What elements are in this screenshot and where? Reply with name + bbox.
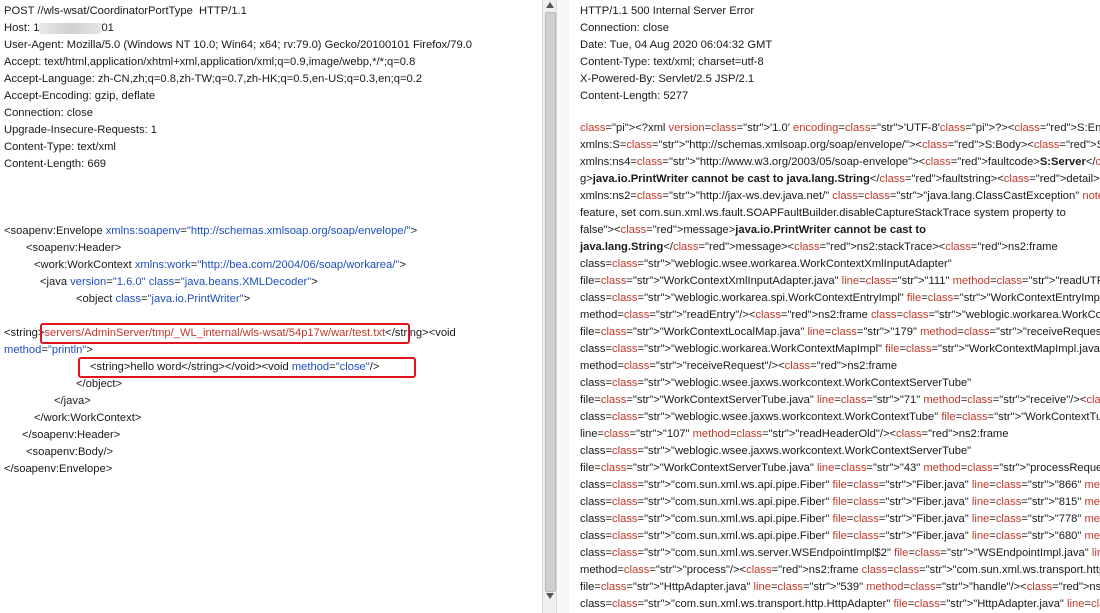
response-header-line: X-Powered-By: Servlet/2.5 JSP/2.1 bbox=[580, 73, 755, 85]
xml-header-close: </soapenv:Header> bbox=[22, 429, 121, 441]
response-xml-line: class="pi"><?xml version=class="str">'1.… bbox=[580, 122, 1100, 134]
scroll-up-arrow-icon[interactable] bbox=[546, 2, 554, 8]
response-xml-line: class=class="str">"com.sun.xml.ws.transp… bbox=[580, 598, 1100, 610]
response-xml-line: method=class="str">"process"/><class="re… bbox=[580, 564, 1100, 576]
response-header-line: Content-Length: 5277 bbox=[580, 90, 689, 102]
response-xml-line: class=class="str">"weblogic.wsee.jaxws.w… bbox=[580, 411, 1100, 423]
xml-envelope-open: <soapenv:Envelope xmlns:soapenv="http://… bbox=[4, 225, 418, 237]
response-xml-line: class=class="str">"com.sun.xml.ws.api.pi… bbox=[580, 479, 1100, 491]
response-pane[interactable]: HTTP/1.1 500 Internal Server Error Connec… bbox=[570, 0, 1100, 613]
response-xml-line: file=class="str">"WorkContextXmlInputAda… bbox=[580, 275, 1100, 287]
redacted-host bbox=[39, 22, 102, 34]
response-xml-line: class=class="str">"weblogic.wsee.workare… bbox=[580, 258, 952, 270]
request-scrollbar[interactable] bbox=[542, 0, 557, 613]
response-xml-line: class=class="str">"weblogic.wsee.jaxws.w… bbox=[580, 445, 972, 457]
xml-envelope-close: </soapenv:Envelope> bbox=[4, 463, 113, 475]
request-pane[interactable]: POST //wls-wsat/CoordinatorPortType HTTP… bbox=[0, 0, 542, 613]
response-xml-line: feature, set com.sun.xml.ws.fault.SOAPFa… bbox=[580, 207, 1066, 219]
xml-java-open: <java version="1.6.0" class="java.beans.… bbox=[40, 276, 318, 288]
response-header-line: Connection: close bbox=[580, 22, 669, 34]
response-xml-line: g>java.io.PrintWriter cannot be cast to … bbox=[580, 173, 1100, 185]
response-scrollbar[interactable] bbox=[556, 0, 569, 613]
response-xml-line: class=class="str">"weblogic.workarea.Wor… bbox=[580, 343, 1100, 355]
response-xml-line: file=class="str">"WorkContextServerTube.… bbox=[580, 394, 1100, 406]
response-xml-line: class=class="str">"weblogic.wsee.jaxws.w… bbox=[580, 377, 972, 389]
response-xml-line: file=class="str">"WorkContextServerTube.… bbox=[580, 462, 1100, 474]
response-xml-line: xmlns:S=class="str">"http://schemas.xmls… bbox=[580, 139, 1100, 151]
response-xml-line: file=class="str">"HttpAdapter.java" line… bbox=[580, 581, 1100, 593]
request-header-line: User-Agent: Mozilla/5.0 (Windows NT 10.0… bbox=[4, 39, 473, 51]
scroll-thumb[interactable] bbox=[545, 12, 556, 592]
request-header-line: Accept-Language: zh-CN,zh;q=0.8,zh-TW;q=… bbox=[4, 73, 423, 85]
response-header-line: Content-Type: text/xml; charset=utf-8 bbox=[580, 56, 764, 68]
response-xml-line: method=class="str">"readEntry"/><class="… bbox=[580, 309, 1100, 321]
request-header-line: Content-Type: text/xml bbox=[4, 141, 116, 153]
response-xml-line: line=class="str">"107" method=class="str… bbox=[580, 428, 1009, 440]
request-header-line: Upgrade-Insecure-Requests: 1 bbox=[4, 124, 157, 136]
highlight-path-box bbox=[40, 323, 410, 344]
response-header-line: Date: Tue, 04 Aug 2020 06:04:32 GMT bbox=[580, 39, 773, 51]
request-line: POST //wls-wsat/CoordinatorPortType HTTP… bbox=[4, 5, 247, 17]
xml-java-close: </java> bbox=[54, 395, 91, 407]
response-xml-line: class=class="str">"com.sun.xml.ws.api.pi… bbox=[580, 496, 1100, 508]
xml-header-open: <soapenv:Header> bbox=[26, 242, 122, 254]
xml-method-println: method="println"> bbox=[4, 344, 93, 356]
response-xml-line: file=class="str">"WorkContextLocalMap.ja… bbox=[580, 326, 1100, 338]
request-header-line: Accept: text/html,application/xhtml+xml,… bbox=[4, 56, 416, 68]
response-xml-line: class=class="str">"com.sun.xml.ws.api.pi… bbox=[580, 530, 1100, 542]
xml-body: <soapenv:Body/> bbox=[26, 446, 114, 458]
response-xml-line: method=class="str">"receiveRequest"/><cl… bbox=[580, 360, 898, 372]
response-xml-line: class=class="str">"weblogic.workarea.spi… bbox=[580, 292, 1100, 304]
xml-object-close: </object> bbox=[76, 378, 123, 390]
scroll-down-arrow-icon[interactable] bbox=[546, 593, 554, 599]
response-xml-line: java.lang.String</class="red">message><c… bbox=[580, 241, 1058, 253]
request-header-line: Content-Length: 669 bbox=[4, 158, 107, 170]
response-xml-line: xmlns:ns2=class="str">"http://jax-ws.dev… bbox=[580, 190, 1100, 202]
xml-workcontext-open: <work:WorkContext xmlns:work="http://bea… bbox=[34, 259, 406, 271]
xml-object-open: <object class="java.io.PrintWriter"> bbox=[76, 293, 251, 305]
response-xml-line: class=class="str">"com.sun.xml.ws.server… bbox=[580, 547, 1100, 559]
request-header-line: Accept-Encoding: gzip, deflate bbox=[4, 90, 156, 102]
response-xml-line: false"><class="red">message>java.io.Prin… bbox=[580, 224, 926, 236]
highlight-content-box bbox=[78, 357, 416, 378]
response-xml-line: xmlns:ns4=class="str">"http://www.w3.org… bbox=[580, 156, 1100, 168]
xml-workcontext-close: </work:WorkContext> bbox=[34, 412, 142, 424]
host-header: Host: 1 01 bbox=[4, 22, 114, 34]
response-header-line: HTTP/1.1 500 Internal Server Error bbox=[580, 5, 755, 17]
request-header-line: Connection: close bbox=[4, 107, 93, 119]
http-request-response-viewer: POST //wls-wsat/CoordinatorPortType HTTP… bbox=[0, 0, 1100, 613]
response-xml-line: class=class="str">"com.sun.xml.ws.api.pi… bbox=[580, 513, 1100, 525]
